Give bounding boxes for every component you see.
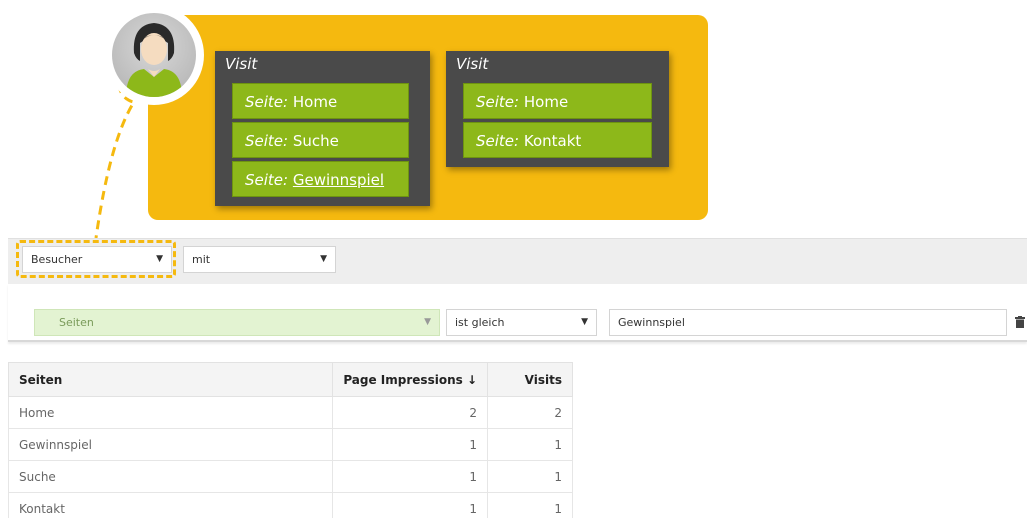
trash-icon[interactable] [1015, 316, 1025, 328]
relation-select-value: mit [192, 253, 211, 266]
subject-highlight [16, 240, 176, 278]
page-chip: Seite: Home [463, 83, 652, 119]
page-prefix: Seite: [476, 93, 520, 111]
visit-title: Visit [456, 55, 489, 73]
visitor-avatar-icon [112, 13, 196, 97]
cell-page: Suche [8, 460, 333, 493]
cell-page: Kontakt [8, 492, 333, 518]
operator-select[interactable]: ist gleich ▼ [446, 309, 597, 336]
page-name: Home [292, 93, 338, 111]
cell-impressions: 2 [332, 396, 488, 429]
column-header-visits[interactable]: Visits [487, 362, 573, 397]
cell-impressions: 1 [332, 460, 488, 493]
cell-visits: 1 [487, 492, 573, 518]
page-chip: Seite: Suche [232, 122, 409, 158]
table-row: Gewinnspiel 1 1 [8, 428, 573, 461]
field-select-value: Seiten [59, 316, 94, 329]
page-prefix: Seite: [245, 171, 289, 189]
chevron-down-icon: ▼ [424, 317, 431, 327]
cell-visits: 1 [487, 460, 573, 493]
visit-box-1: Visit Seite: Home Seite: Suche Seite: Ge… [215, 51, 430, 206]
page-chip: Seite: Gewinnspiel [232, 161, 409, 197]
column-header-page-impressions[interactable]: Page Impressions ↓ [332, 362, 488, 397]
page-chip: Seite: Home [232, 83, 409, 119]
value-input[interactable]: Gewinnspiel [609, 309, 1007, 336]
page-prefix: Seite: [245, 132, 289, 150]
cell-impressions: 1 [332, 428, 488, 461]
chevron-down-icon: ▼ [320, 254, 327, 264]
cell-page: Gewinnspiel [8, 428, 333, 461]
table-header-row: Seiten Page Impressions ↓ Visits [8, 362, 573, 397]
page-name: Kontakt [523, 132, 582, 150]
visit-title: Visit [225, 55, 258, 73]
visit-box-2: Visit Seite: Home Seite: Kontakt [446, 51, 669, 167]
cell-visits: 2 [487, 396, 573, 429]
page-name: Home [523, 93, 569, 111]
operator-select-value: ist gleich [455, 316, 505, 329]
field-select[interactable]: Seiten ▼ [34, 309, 440, 336]
table-row: Suche 1 1 [8, 460, 573, 493]
value-input-text: Gewinnspiel [618, 316, 685, 329]
table-row: Home 2 2 [8, 396, 573, 429]
column-header-pages[interactable]: Seiten [8, 362, 333, 397]
page-prefix: Seite: [476, 132, 520, 150]
page-chip: Seite: Kontakt [463, 122, 652, 158]
relation-select[interactable]: mit ▼ [183, 246, 336, 273]
page-name: Suche [292, 132, 339, 150]
pages-table: Seiten Page Impressions ↓ Visits Home 2 … [8, 362, 573, 518]
table-row: Kontakt 1 1 [8, 492, 573, 518]
cell-visits: 1 [487, 428, 573, 461]
cell-impressions: 1 [332, 492, 488, 518]
page-name: Gewinnspiel [292, 171, 385, 189]
cell-page: Home [8, 396, 333, 429]
chevron-down-icon: ▼ [581, 317, 588, 327]
sort-arrow-icon: ↓ [466, 372, 477, 387]
column-header-label: Page Impressions [343, 372, 463, 387]
page-prefix: Seite: [245, 93, 289, 111]
